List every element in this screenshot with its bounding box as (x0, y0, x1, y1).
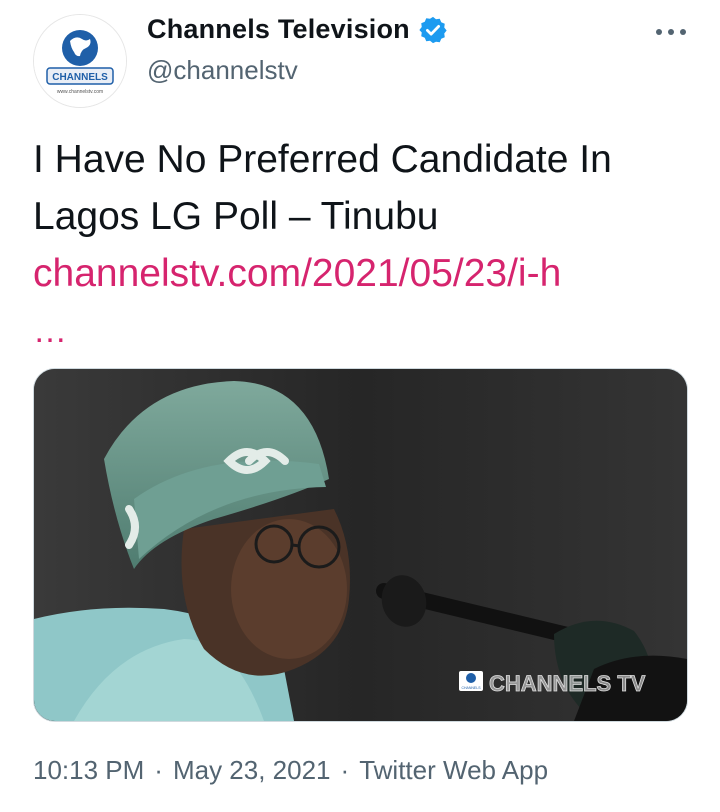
tweet-time[interactable]: 10:13 PM (33, 755, 144, 786)
display-name[interactable]: Channels Television (147, 14, 410, 45)
watermark-logo-text: CHANNELS (461, 686, 481, 690)
link-ellipsis[interactable]: … (33, 312, 69, 351)
tweet-date[interactable]: May 23, 2021 (173, 755, 331, 786)
meta-separator: · (340, 755, 350, 785)
tweet-link[interactable]: channelstv.com/2021/05/23/i-h (33, 252, 561, 295)
tweet-source: Twitter Web App (359, 755, 549, 785)
author-avatar[interactable]: CHANNELS www.channelstv.com (33, 14, 127, 108)
watermark-text: CHANNELS TV (489, 671, 646, 696)
tweet-text: I Have No Preferred Candidate In Lagos L… (33, 138, 612, 238)
author-handle[interactable]: @channelstv (147, 55, 298, 86)
tweet-media-image[interactable]: CHANNELS CHANNELS TV (33, 368, 688, 722)
avatar-url-text: www.channelstv.com (57, 89, 103, 95)
channels-logo: CHANNELS www.channelstv.com (34, 15, 126, 107)
name-row: Channels Television (147, 14, 448, 45)
meta-separator: · (154, 755, 163, 785)
avatar-brand-text: CHANNELS (52, 72, 108, 83)
more-options-icon[interactable] (654, 20, 688, 44)
tweet-meta: 10:13 PM · May 23, 2021 · Twitter Web Ap… (33, 755, 548, 786)
photo-speaker-at-microphone: CHANNELS CHANNELS TV (34, 369, 687, 721)
tweet-header: CHANNELS www.channelstv.com Channels Tel… (0, 0, 720, 110)
tweet-body: I Have No Preferred Candidate In Lagos L… (33, 131, 693, 302)
verified-badge-icon (419, 16, 447, 43)
